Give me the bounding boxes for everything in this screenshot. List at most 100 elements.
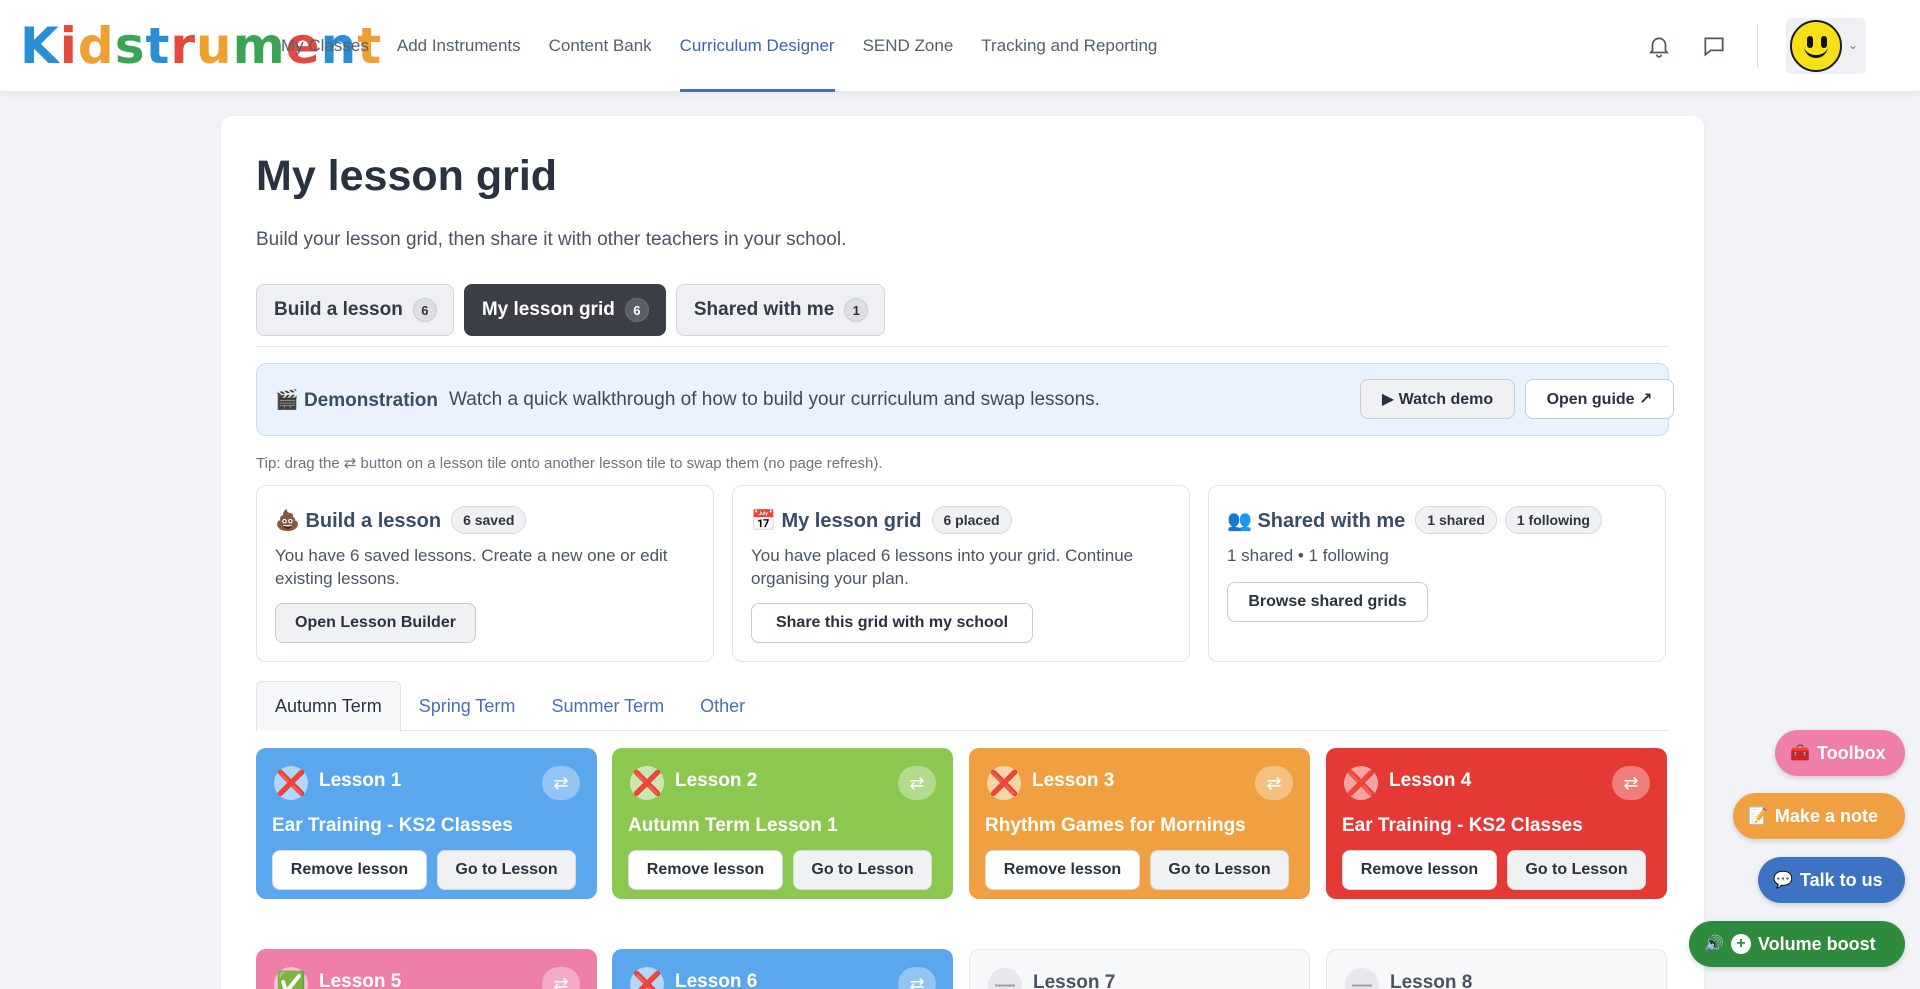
remove-lesson-button[interactable]: Remove lesson bbox=[985, 850, 1140, 890]
remove-x-icon[interactable]: ❌ bbox=[274, 766, 308, 800]
browse-shared-grids-button[interactable]: Browse shared grids bbox=[1227, 582, 1428, 622]
logo-letter: t bbox=[145, 17, 171, 75]
bell-icon[interactable] bbox=[1646, 33, 1672, 59]
term-tabs: Autumn Term Spring Term Summer Term Othe… bbox=[256, 681, 1669, 732]
tab-other[interactable]: Other bbox=[682, 681, 763, 731]
remove-x-icon[interactable]: ❌ bbox=[630, 967, 664, 989]
lesson-title: Autumn Term Lesson 1 bbox=[628, 815, 838, 836]
panel-text: You have 6 saved lessons. Create a new o… bbox=[275, 546, 668, 588]
empty-slot-icon: — bbox=[1345, 968, 1379, 989]
logo-letter: r bbox=[170, 17, 197, 75]
remove-lesson-button[interactable]: Remove lesson bbox=[628, 850, 783, 890]
swap-handle-icon[interactable]: ⇄ bbox=[1255, 766, 1293, 800]
open-guide-button[interactable]: Open guide ↗ bbox=[1525, 379, 1674, 419]
lesson-number: Lesson 5 bbox=[319, 971, 402, 989]
following-count-badge: 1 following bbox=[1504, 506, 1602, 534]
tab-my-lesson-grid[interactable]: My lesson grid 6 bbox=[463, 284, 666, 336]
page-tabs: Build a lesson 6 My lesson grid 6 Shared w… bbox=[256, 284, 895, 336]
lesson-title: Ear Training - KS2 Classes bbox=[1342, 815, 1583, 836]
lesson-tile: ❌ Lesson 2 ⇄ Autumn Term Lesson 1 Remove… bbox=[612, 748, 953, 899]
remove-x-icon[interactable]: ❌ bbox=[1344, 766, 1378, 800]
swap-tip: Tip: drag the ⇄ button on a lesson tile … bbox=[256, 455, 883, 472]
tab-spring-term[interactable]: Spring Term bbox=[401, 681, 534, 731]
plus-icon: + bbox=[1730, 934, 1751, 954]
go-to-lesson-button[interactable]: Go to Lesson bbox=[1150, 850, 1289, 890]
logo-letter: s bbox=[114, 17, 146, 75]
swap-handle-icon[interactable]: ⇄ bbox=[542, 967, 580, 989]
check-icon[interactable]: ✅ bbox=[274, 967, 308, 989]
watch-demo-button[interactable]: ▶ Watch demo bbox=[1360, 379, 1515, 419]
tab-shared-with-me[interactable]: Shared with me 1 bbox=[675, 284, 886, 336]
remove-x-icon[interactable]: ❌ bbox=[630, 766, 664, 800]
swap-handle-icon[interactable]: ⇄ bbox=[898, 967, 936, 989]
people-icon: 👥 bbox=[1227, 509, 1252, 532]
calendar-icon: 📅 bbox=[751, 509, 776, 532]
remove-x-icon[interactable]: ❌ bbox=[987, 766, 1021, 800]
clapperboard-icon: 🎬 bbox=[275, 389, 299, 411]
swap-handle-icon[interactable]: ⇄ bbox=[1612, 766, 1650, 800]
lesson-number: Lesson 2 bbox=[675, 770, 758, 791]
logo-letter: m bbox=[232, 17, 286, 75]
lesson-number: Lesson 6 bbox=[675, 971, 758, 989]
user-menu[interactable]: ⌄ bbox=[1786, 18, 1866, 74]
demo-title: 🎬 Demonstration bbox=[275, 389, 439, 411]
tab-build-a-lesson[interactable]: Build a lesson 6 bbox=[256, 284, 454, 336]
lesson-title: Ear Training - KS2 Classes bbox=[272, 815, 513, 836]
lesson-tile-empty: — Lesson 8 bbox=[1326, 949, 1667, 989]
lesson-builder-icon: 💩 bbox=[275, 509, 300, 532]
remove-lesson-button[interactable]: Remove lesson bbox=[272, 850, 427, 890]
share-grid-button[interactable]: Share this grid with my school bbox=[751, 603, 1033, 643]
lesson-number: Lesson 1 bbox=[319, 770, 402, 791]
talk-to-us-button[interactable]: 💬 Talk to us bbox=[1758, 857, 1905, 903]
lesson-grid-panel: 📅 My lesson grid 6 placed You have place… bbox=[732, 485, 1190, 662]
nav-my-classes[interactable]: My Classes bbox=[281, 0, 369, 92]
chevron-down-icon: ⌄ bbox=[1848, 38, 1859, 52]
tab-count-badge: 6 bbox=[624, 298, 649, 322]
build-lesson-panel: 💩 Build a lesson 6 saved You have 6 save… bbox=[256, 485, 714, 662]
tab-label: Build a lesson bbox=[274, 299, 403, 320]
lesson-tile-empty: — Lesson 7 bbox=[969, 949, 1310, 989]
open-lesson-builder-button[interactable]: Open Lesson Builder bbox=[275, 603, 476, 643]
lesson-number: Lesson 8 bbox=[1390, 972, 1473, 989]
panel-text: 1 shared • 1 following bbox=[1227, 546, 1389, 565]
main-nav: My Classes Add Instruments Content Bank … bbox=[281, 0, 1185, 92]
toolbox-button[interactable]: 🧰 Toolbox bbox=[1775, 730, 1905, 776]
lesson-number: Lesson 4 bbox=[1389, 770, 1472, 791]
go-to-lesson-button[interactable]: Go to Lesson bbox=[1507, 850, 1646, 890]
tab-autumn-term[interactable]: Autumn Term bbox=[256, 681, 401, 732]
tab-summer-term[interactable]: Summer Term bbox=[533, 681, 682, 731]
logo-letter: i bbox=[59, 17, 78, 75]
chat-icon[interactable] bbox=[1701, 33, 1727, 59]
top-navigation-bar: Kidstrument My Classes Add Instruments C… bbox=[0, 0, 1920, 92]
nav-tracking-and-reporting[interactable]: Tracking and Reporting bbox=[981, 0, 1157, 92]
saved-count-badge: 6 saved bbox=[451, 506, 527, 534]
lesson-tile: ❌ Lesson 1 ⇄ Ear Training - KS2 Classes … bbox=[256, 748, 597, 899]
swap-handle-icon[interactable]: ⇄ bbox=[542, 766, 580, 800]
lesson-tile: ❌ Lesson 6 ⇄ bbox=[612, 949, 953, 989]
lesson-number: Lesson 3 bbox=[1032, 770, 1115, 791]
remove-lesson-button[interactable]: Remove lesson bbox=[1342, 850, 1497, 890]
swap-handle-icon[interactable]: ⇄ bbox=[898, 766, 936, 800]
lesson-number: Lesson 7 bbox=[1033, 972, 1116, 989]
lesson-title: Rhythm Games for Mornings bbox=[985, 815, 1246, 836]
make-a-note-button[interactable]: 📝 Make a note bbox=[1733, 793, 1905, 839]
nav-curriculum-designer[interactable]: Curriculum Designer bbox=[679, 0, 835, 92]
page-subtitle: Build your lesson grid, then share it wi… bbox=[256, 229, 847, 250]
demonstration-banner: 🎬 Demonstration Watch a quick walkthroug… bbox=[256, 363, 1674, 436]
logo-letter: u bbox=[196, 17, 233, 75]
nav-content-bank[interactable]: Content Bank bbox=[549, 0, 652, 92]
nav-add-instruments[interactable]: Add Instruments bbox=[397, 0, 521, 92]
volume-boost-button[interactable]: 🔊 + Volume boost bbox=[1689, 921, 1905, 967]
page-title: My lesson grid bbox=[256, 152, 558, 200]
lesson-tile: ❌ Lesson 4 ⇄ Ear Training - KS2 Classes … bbox=[1326, 748, 1667, 899]
speaker-icon: 🔊 bbox=[1704, 936, 1724, 953]
tab-label: My lesson grid bbox=[481, 299, 615, 320]
tab-label: Shared with me bbox=[693, 299, 835, 320]
nav-send-zone[interactable]: SEND Zone bbox=[863, 0, 954, 92]
go-to-lesson-button[interactable]: Go to Lesson bbox=[437, 850, 576, 890]
go-to-lesson-button[interactable]: Go to Lesson bbox=[793, 850, 932, 890]
smiley-avatar bbox=[1790, 20, 1842, 72]
logo-letter: d bbox=[77, 17, 115, 75]
panel-text: You have placed 6 lessons into your grid… bbox=[751, 546, 1134, 588]
panel-title: 📅 My lesson grid bbox=[751, 509, 922, 532]
